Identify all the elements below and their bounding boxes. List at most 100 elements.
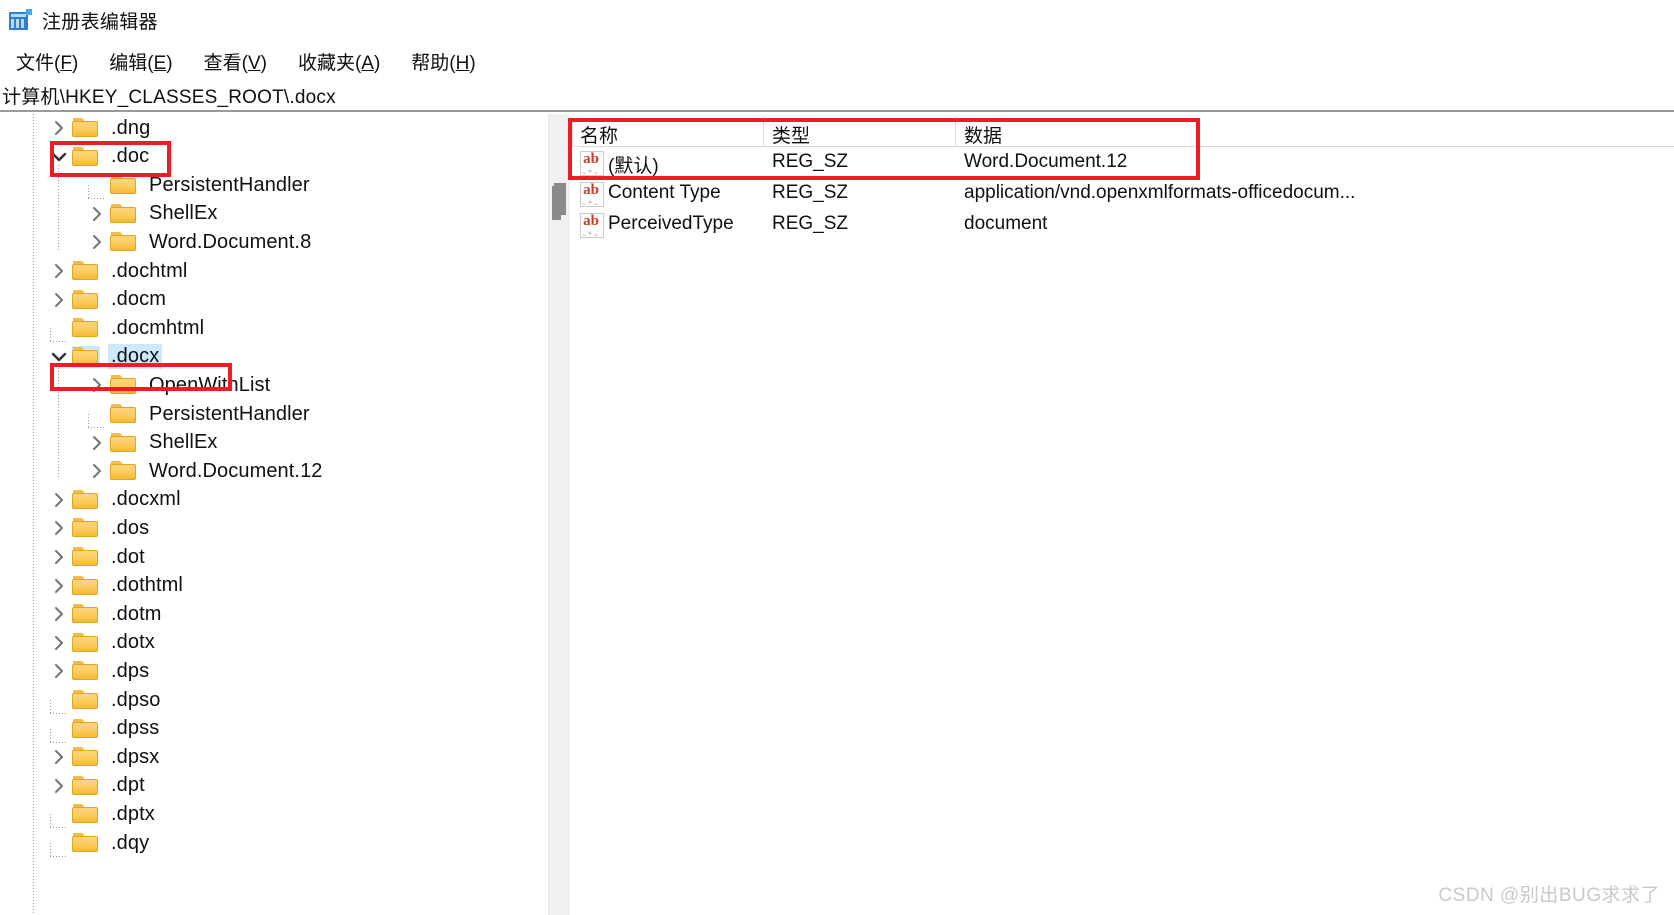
folder-icon	[110, 432, 138, 454]
tree-node-dptx[interactable]: .dptx	[46, 800, 158, 829]
tree-node-label: Word.Document.8	[149, 230, 312, 253]
tree-node-word.document.8[interactable]: Word.Document.8	[84, 228, 314, 256]
registry-key-tree[interactable]: .dng .doc PersistentHandler ShellEx Word.Doc…	[0, 114, 548, 915]
tree-node-dothtml[interactable]: .dothtml	[46, 572, 186, 600]
tree-node-doc[interactable]: .doc	[46, 143, 152, 171]
tree-node-dps[interactable]: .dps	[46, 657, 152, 685]
title-bar: 注册表编辑器	[0, 0, 1674, 40]
tree-node-persistenthandler[interactable]: PersistentHandler	[84, 400, 313, 428]
value-data: Word.Document.12	[964, 151, 1128, 172]
menu-view-tail: )	[260, 52, 267, 74]
chevron-right-icon[interactable]	[46, 520, 72, 536]
folder-icon	[72, 289, 100, 311]
menu-favorites-tail: )	[373, 52, 381, 74]
chevron-right-icon	[55, 264, 63, 278]
address-bar[interactable]: 计算机\HKEY_CLASSES_ROOT\.docx	[0, 80, 1674, 112]
chevron-right-icon[interactable]	[84, 234, 110, 250]
chevron-right-icon[interactable]	[46, 492, 72, 508]
folder-icon	[72, 546, 100, 568]
chevron-right-icon[interactable]	[46, 749, 72, 765]
string-value-icon: ab	[580, 213, 604, 238]
tree-node-docxml[interactable]: .docxml	[46, 486, 184, 514]
tree-node-word.document.12[interactable]: Word.Document.12	[84, 457, 326, 485]
tree-node-dng[interactable]: .dng	[46, 114, 153, 142]
column-header-name[interactable]: 名称	[580, 121, 618, 148]
column-separator-type[interactable]	[955, 116, 956, 146]
tree-node-dos[interactable]: .dos	[46, 514, 152, 542]
chevron-right-icon[interactable]	[84, 206, 110, 222]
chevron-right-icon[interactable]	[46, 663, 72, 679]
registry-values-list[interactable]: 名称 类型 数据 ab (默认) REG_SZ Word.Document.12 ab C…	[572, 114, 1674, 915]
menu-file-tail: )	[71, 52, 79, 74]
menu-item-edit[interactable]: 编辑(E)	[100, 46, 181, 77]
values-row[interactable]: ab (默认) REG_SZ Word.Document.12	[572, 147, 1674, 178]
column-separator-left[interactable]	[572, 116, 573, 146]
tree-node-dqy[interactable]: .dqy	[46, 829, 152, 857]
registry-path-text: 计算机\HKEY_CLASSES_ROOT\.docx	[2, 86, 336, 108]
menu-edit-text: 编辑(	[109, 52, 154, 74]
chevron-right-icon	[55, 492, 63, 507]
tree-node-dotx[interactable]: .dotx	[46, 629, 158, 657]
menu-item-help[interactable]: 帮助(H)	[402, 46, 484, 77]
column-separator-name[interactable]	[763, 116, 764, 146]
tree-node-label: .dpss	[111, 717, 160, 740]
values-row[interactable]: ab Content Type REG_SZ application/vnd.open…	[572, 178, 1674, 209]
menu-item-view[interactable]: 查看(V)	[195, 46, 276, 77]
csdn-watermark: CSDN @别出BUG求求了	[1438, 885, 1660, 906]
tree-node-shellex[interactable]: ShellEx	[84, 429, 221, 457]
tree-node-docx[interactable]: .docx	[46, 343, 163, 371]
menu-item-file[interactable]: 文件(F)	[7, 46, 87, 77]
tree-node-dpss[interactable]: .dpss	[46, 715, 162, 743]
tree-node-label: ShellEx	[149, 202, 218, 225]
chevron-down-icon[interactable]	[46, 150, 72, 164]
string-value-icon: ab	[580, 151, 604, 176]
chevron-right-icon[interactable]	[46, 263, 72, 279]
chevron-right-icon[interactable]	[46, 778, 72, 794]
tree-node-shellex[interactable]: ShellEx	[84, 200, 221, 228]
chevron-right-icon[interactable]	[46, 606, 72, 622]
folder-icon	[110, 460, 138, 482]
tree-node-dot[interactable]: .dot	[46, 543, 148, 571]
menu-item-favorites[interactable]: 收藏夹(A)	[289, 46, 389, 77]
values-scrollbar-thumb[interactable]	[552, 186, 561, 220]
values-row[interactable]: ab PerceivedType REG_SZ document	[572, 209, 1674, 240]
chevron-right-icon[interactable]	[46, 635, 72, 651]
folder-icon	[72, 517, 100, 539]
column-header-data[interactable]: 数据	[964, 121, 1002, 148]
menu-file-mnemonic: F	[60, 52, 72, 74]
tree-node-persistenthandler[interactable]: PersistentHandler	[84, 171, 313, 200]
tree-child-guide-line	[58, 364, 59, 480]
tree-node-docmhtml[interactable]: .docmhtml	[46, 314, 207, 343]
tree-node-docm[interactable]: .docm	[46, 286, 169, 314]
value-type: REG_SZ	[772, 213, 849, 234]
chevron-right-icon[interactable]	[84, 435, 110, 451]
chevron-right-icon[interactable]	[46, 549, 72, 565]
values-column-header: 名称 类型 数据	[572, 114, 1674, 147]
chevron-right-icon[interactable]	[84, 377, 110, 393]
chevron-right-icon[interactable]	[84, 463, 110, 479]
tree-node-dpt[interactable]: .dpt	[46, 772, 148, 800]
menu-edit-mnemonic: E	[153, 52, 167, 74]
chevron-right-icon[interactable]	[46, 120, 72, 136]
tree-node-dpso[interactable]: .dpso	[46, 686, 163, 714]
tree-node-dochtml[interactable]: .dochtml	[46, 257, 190, 285]
chevron-down-icon[interactable]	[46, 350, 72, 364]
chevron-right-icon	[55, 664, 63, 679]
tree-node-dotm[interactable]: .dotm	[46, 600, 165, 628]
menu-view-text: 查看(	[203, 52, 248, 74]
folder-icon	[72, 117, 100, 139]
tree-node-openwithlist[interactable]: OpenWithList	[84, 371, 273, 399]
chevron-right-icon[interactable]	[46, 578, 72, 594]
folder-icon	[72, 632, 100, 654]
column-header-type[interactable]: 类型	[772, 121, 810, 148]
chevron-right-icon	[93, 435, 101, 450]
tree-node-dpsx[interactable]: .dpsx	[46, 743, 162, 771]
tree-vertical-scrollbar[interactable]	[548, 114, 571, 915]
folder-icon	[72, 832, 100, 854]
tree-node-label: .docx	[108, 344, 163, 370]
menu-bar: 文件(F) 编辑(E) 查看(V) 收藏夹(A) 帮助(H)	[0, 44, 1674, 78]
string-value-icon: ab	[580, 182, 604, 207]
menu-view-mnemonic: V	[247, 52, 261, 74]
chevron-right-icon[interactable]	[46, 292, 72, 308]
folder-icon	[72, 603, 100, 625]
